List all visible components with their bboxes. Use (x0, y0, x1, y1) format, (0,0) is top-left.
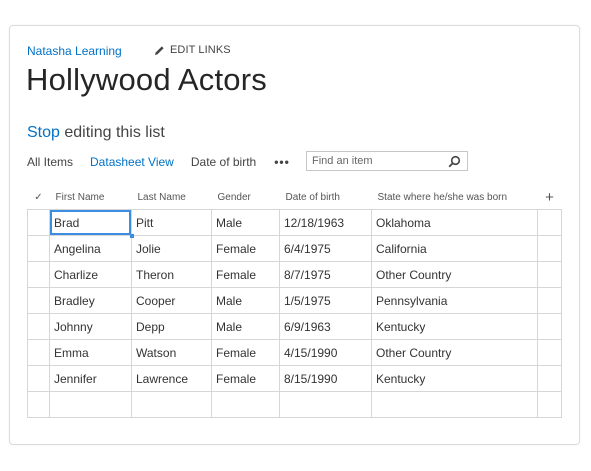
table-cell[interactable]: Other Country (371, 339, 538, 366)
table-cell[interactable]: Charlize (49, 261, 132, 288)
table-row: Angelina Jolie Female 6/4/1975 Californi… (27, 235, 562, 262)
table-cell[interactable]: Watson (131, 339, 212, 366)
header-row: ✓ First Name Last Name Gender Date of bi… (28, 185, 562, 210)
search-input[interactable] (307, 155, 447, 167)
table-row: Bradley Cooper Male 1/5/1975 Pennsylvani… (27, 287, 562, 314)
stop-editing-line: Stop editing this list (27, 124, 165, 142)
view-all-items[interactable]: All Items (27, 155, 73, 169)
table-cell[interactable]: Theron (131, 261, 212, 288)
column-header-date-of-birth[interactable]: Date of birth (280, 185, 372, 210)
view-date-of-birth[interactable]: Date of birth (191, 155, 256, 169)
search-icon[interactable] (448, 155, 461, 173)
column-header-last-name[interactable]: Last Name (132, 185, 212, 210)
select-all-checkmark-icon[interactable]: ✓ (28, 185, 50, 210)
edit-links-button[interactable]: EDIT LINKS (154, 44, 231, 56)
table-cell[interactable]: Jolie (131, 235, 212, 262)
row-select-cell[interactable] (27, 261, 50, 288)
table-row: Charlize Theron Female 8/7/1975 Other Co… (27, 261, 562, 288)
table-cell[interactable]: Female (211, 261, 280, 288)
table-cell[interactable]: Jennifer (49, 365, 132, 392)
edit-links-label: EDIT LINKS (170, 44, 231, 56)
table-cell[interactable]: Brad (49, 209, 135, 239)
table-cell[interactable]: Oklahoma (371, 209, 538, 236)
table-cell-empty[interactable] (537, 235, 562, 262)
table-cell-empty[interactable] (537, 209, 562, 236)
view-datasheet[interactable]: Datasheet View (90, 155, 174, 169)
table-cell-empty[interactable] (537, 339, 562, 366)
new-row (27, 391, 562, 418)
table-cell[interactable]: Other Country (371, 261, 538, 288)
search-box (306, 151, 468, 171)
table-cell[interactable]: Kentucky (371, 365, 538, 392)
table-cell[interactable]: Male (211, 287, 280, 314)
table-cell[interactable]: Emma (49, 339, 132, 366)
table-cell[interactable]: Bradley (49, 287, 132, 314)
table-cell[interactable]: Male (211, 313, 280, 340)
table-cell[interactable] (211, 391, 280, 418)
table-cell[interactable]: Male (211, 209, 280, 236)
row-select-cell[interactable] (27, 365, 50, 392)
column-header-first-name[interactable]: First Name (50, 185, 132, 210)
table-cell[interactable] (371, 391, 538, 418)
table-cell[interactable] (279, 391, 372, 418)
table-cell-empty[interactable] (537, 365, 562, 392)
table-cell[interactable]: Female (211, 365, 280, 392)
stop-editing-link[interactable]: Stop (27, 124, 60, 141)
row-select-cell[interactable] (27, 209, 50, 236)
table-cell[interactable]: 12/18/1963 (279, 209, 372, 236)
table-row: Jennifer Lawrence Female 8/15/1990 Kentu… (27, 365, 562, 392)
table-cell[interactable]: California (371, 235, 538, 262)
table-cell[interactable]: Cooper (131, 287, 212, 314)
row-select-cell[interactable] (27, 287, 50, 314)
breadcrumb-site-link[interactable]: Natasha Learning (27, 44, 122, 58)
view-selector: All Items Datasheet View Date of birth •… (27, 155, 290, 169)
table-cell[interactable]: 6/9/1963 (279, 313, 372, 340)
column-header-state[interactable]: State where he/she was born (372, 185, 538, 210)
table-cell[interactable] (49, 391, 132, 418)
table-cell[interactable]: 6/4/1975 (279, 235, 372, 262)
table-row: Brad Pitt Male 12/18/1963 Oklahoma (27, 209, 562, 239)
table-cell[interactable]: 8/7/1975 (279, 261, 372, 288)
table-cell[interactable]: Kentucky (371, 313, 538, 340)
table-cell[interactable]: Angelina (49, 235, 132, 262)
table-cell[interactable]: 8/15/1990 (279, 365, 372, 392)
page-title: Hollywood Actors (26, 62, 267, 97)
table-row: Johnny Depp Male 6/9/1963 Kentucky (27, 313, 562, 340)
row-select-cell[interactable] (27, 235, 50, 262)
row-select-cell[interactable] (27, 339, 50, 366)
table-cell[interactable]: Pitt (131, 209, 212, 236)
table-cell[interactable]: Johnny (49, 313, 132, 340)
table-cell[interactable]: Female (211, 339, 280, 366)
column-header-gender[interactable]: Gender (212, 185, 280, 210)
table-cell-empty[interactable] (537, 391, 562, 418)
table-cell-empty[interactable] (537, 261, 562, 288)
table-cell[interactable] (131, 391, 212, 418)
table-cell-empty[interactable] (537, 313, 562, 340)
table-row: Emma Watson Female 4/15/1990 Other Count… (27, 339, 562, 366)
pencil-icon (154, 45, 165, 56)
datasheet-grid: ✓ First Name Last Name Gender Date of bi… (27, 185, 562, 418)
table-cell[interactable]: 1/5/1975 (279, 287, 372, 314)
more-views-ellipsis-icon[interactable]: ••• (274, 155, 290, 169)
table-cell[interactable]: Lawrence (131, 365, 212, 392)
table-cell[interactable]: Depp (131, 313, 212, 340)
table-cell[interactable]: Female (211, 235, 280, 262)
table-cell[interactable]: Pennsylvania (371, 287, 538, 314)
table-cell-empty[interactable] (537, 287, 562, 314)
row-select-cell[interactable] (27, 391, 50, 418)
stop-editing-text: editing this list (59, 124, 165, 141)
row-select-cell[interactable] (27, 313, 50, 340)
table-cell[interactable]: 4/15/1990 (279, 339, 372, 366)
add-column-plus-icon[interactable]: + (538, 185, 562, 210)
